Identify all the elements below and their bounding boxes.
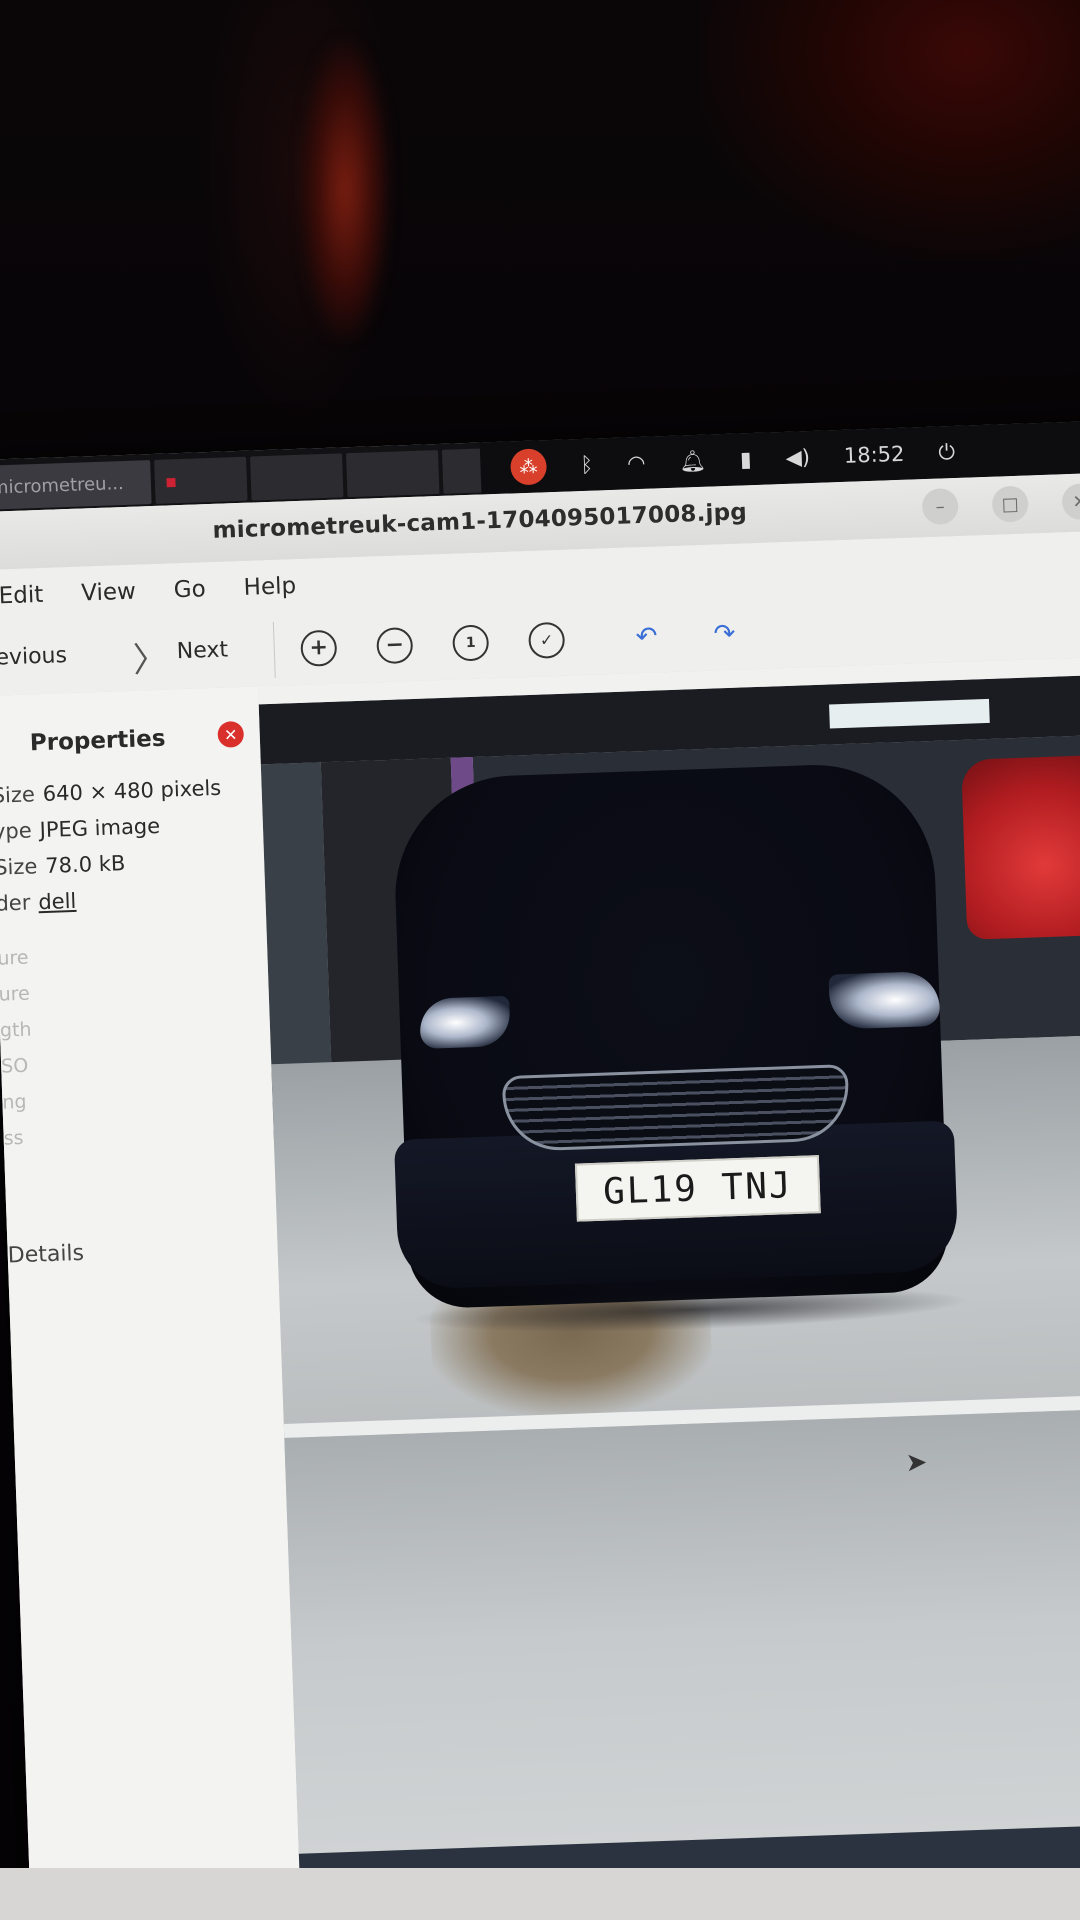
property-row: Size 640 × 480 pixels [0,776,222,808]
property-row: Size 78.0 kB [0,851,126,880]
property-key: Size [0,782,36,808]
photo-red-car [961,752,1080,940]
power-icon[interactable]: ⏻ [938,439,955,465]
details-button[interactable]: Details [7,1241,84,1269]
app-icon: ▪ [164,470,178,493]
menu-help[interactable]: Help [243,573,296,601]
taskbar-item[interactable] [345,450,440,498]
properties-sidebar: Properties ✕ Size 640 × 480 pixels ype JPE… [0,686,303,1920]
photo-ground [284,1407,1080,1854]
faded-label: SO [0,1054,29,1078]
wifi-icon[interactable]: ◠ [627,451,646,476]
menu-view[interactable]: View [81,579,136,607]
folder-link[interactable]: dell [38,889,77,914]
faded-label: ure [0,982,31,1006]
volume-icon[interactable]: ◀) [785,445,810,470]
mouse-pointer-icon: ➤ [905,1447,928,1479]
zoom-fit-icon[interactable]: ✓ [526,620,567,661]
desktop-screen: micrometreu... ▪ ⁂ ᛒ ◠ 🔔︎ ▮ ◀) 18:52 ⏻ m… [0,420,1080,1920]
taskbar-item[interactable] [250,453,344,501]
maximize-button[interactable]: □ [991,485,1029,523]
zoom-out-icon[interactable]: − [374,625,415,666]
rotate-right-icon[interactable]: ↷ [704,613,745,654]
bell-icon[interactable]: 🔔︎ [679,448,707,474]
property-value: 640 × 480 pixels [42,775,222,807]
property-value: 78.0 kB [44,851,126,878]
faded-label: gth [0,1018,32,1042]
menu-go[interactable]: Go [173,576,206,603]
close-icon[interactable]: ✕ [217,720,245,748]
battery-icon[interactable]: ▮ [740,447,752,471]
next-button[interactable]: Next [176,637,228,664]
property-value: JPEG image [39,813,161,843]
zoom-in-icon[interactable]: + [298,628,339,669]
image-view[interactable]: GL19 TNJ [258,656,1080,1920]
photo-headlight [828,970,941,1030]
license-plate: GL19 TNJ [574,1155,821,1222]
faded-label: ure [0,946,29,970]
photo-of-monitor: micrometreu... ▪ ⁂ ᛒ ◠ 🔔︎ ▮ ◀) 18:52 ⏻ m… [0,0,1080,1920]
menu-edit[interactable]: Edit [0,582,44,610]
chevron-right-icon: 〉 [132,639,168,681]
window-controls: – □ ✕ [921,483,1080,526]
ubuntu-icon[interactable]: ⁂ [509,448,548,486]
properties-header: Properties [29,725,166,757]
previous-button[interactable]: revious [0,643,67,671]
window-title: micrometreuk-cam1-1704095017008.jpg [212,499,748,544]
property-row: der dell [0,889,77,916]
faded-label: ss [3,1126,24,1150]
photo-car-grille [501,1064,851,1153]
zoom-normal-icon[interactable]: 1 [450,622,491,663]
property-key: Size [0,854,38,880]
taskbar-item-active[interactable]: micrometreu... [0,460,152,510]
clock[interactable]: 18:52 [843,442,904,468]
toolbar-separator [272,621,276,678]
rotate-left-icon[interactable]: ↶ [626,616,667,657]
property-key: ype [0,818,33,844]
property-row: ype JPEG image [0,814,160,844]
displayed-photo: GL19 TNJ [258,674,1080,1854]
room-light [700,0,1080,260]
monitor-bezel [0,1868,1080,1920]
room-light [300,40,390,340]
faded-label: ng [2,1090,27,1114]
property-key: der [0,890,31,916]
minimize-button[interactable]: – [921,487,959,526]
close-button[interactable]: ✕ [1061,483,1080,521]
taskbar-item-label: micrometreu... [0,472,125,499]
bluetooth-icon[interactable]: ᛒ [580,453,593,477]
taskbar-item[interactable]: ▪ [154,456,248,504]
